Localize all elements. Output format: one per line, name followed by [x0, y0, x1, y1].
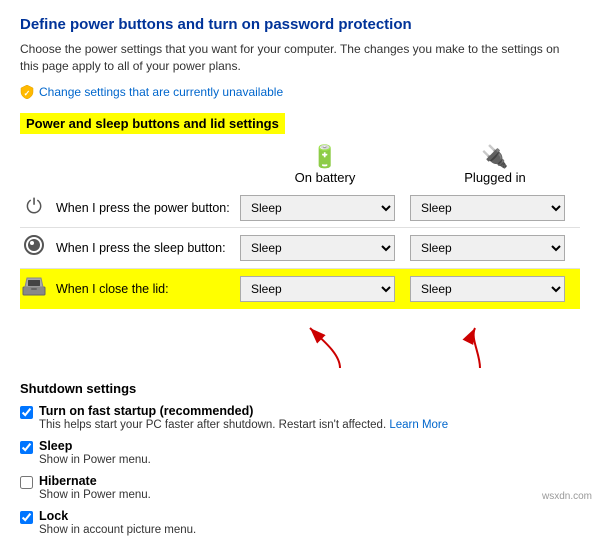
watermark: wsxdn.com	[542, 491, 592, 502]
col-header-plugged: 🔌 Plugged in	[410, 146, 580, 185]
lock-title: Lock	[39, 509, 196, 523]
svg-text:✓: ✓	[24, 89, 31, 98]
hibernate-title: Hibernate	[39, 474, 151, 488]
learn-more-link[interactable]: Learn More	[389, 419, 448, 431]
arrows-annotation	[240, 323, 580, 373]
lid-battery-dropdown-wrap: Do nothing Sleep Hibernate Shut down	[240, 276, 410, 302]
lid-icon	[20, 275, 48, 303]
hibernate-content: Hibernate Show in Power menu.	[39, 474, 151, 501]
sleep-battery-select[interactable]: Do nothing Sleep Hibernate Shut down	[240, 235, 395, 261]
shutdown-section: Shutdown settings Turn on fast startup (…	[20, 381, 580, 536]
lock-content: Lock Show in account picture menu.	[39, 509, 196, 536]
fast-startup-checkbox[interactable]	[20, 406, 33, 419]
column-headers: 🔋 On battery 🔌 Plugged in	[240, 146, 580, 185]
power-button-text: When I press the power button:	[56, 201, 230, 215]
lid-battery-select[interactable]: Do nothing Sleep Hibernate Shut down	[240, 276, 395, 302]
change-settings-label: Change settings that are currently unava…	[39, 85, 283, 99]
page-description: Choose the power settings that you want …	[20, 41, 580, 75]
close-lid-label: When I close the lid:	[20, 275, 240, 303]
hibernate-checkbox[interactable]	[20, 476, 33, 489]
power-button-dropdowns: Do nothing Sleep Hibernate Shut down Do …	[240, 195, 580, 221]
close-lid-text: When I close the lid:	[56, 282, 169, 296]
sleep-title: Sleep	[39, 439, 151, 453]
lid-plugged-dropdown-wrap: Do nothing Sleep Hibernate Shut down	[410, 276, 580, 302]
power-battery-dropdown-wrap: Do nothing Sleep Hibernate Shut down	[240, 195, 410, 221]
battery-icon: 🔋	[311, 146, 338, 168]
fast-startup-title: Turn on fast startup (recommended)	[39, 404, 448, 418]
page-title: Define power buttons and turn on passwor…	[20, 16, 580, 33]
sleep-plugged-select[interactable]: Do nothing Sleep Hibernate Shut down	[410, 235, 565, 261]
shutdown-item-hibernate: Hibernate Show in Power menu.	[20, 474, 580, 501]
sleep-icon	[20, 234, 48, 262]
power-battery-select[interactable]: Do nothing Sleep Hibernate Shut down	[240, 195, 395, 221]
shutdown-item-lock: Lock Show in account picture menu.	[20, 509, 580, 536]
fast-startup-desc: This helps start your PC faster after sh…	[39, 419, 448, 431]
lock-checkbox[interactable]	[20, 511, 33, 524]
close-lid-row: When I close the lid: Do nothing Sleep H…	[20, 269, 580, 309]
power-icon: ⏻	[20, 196, 48, 219]
plugged-icon: 🔌	[481, 146, 508, 168]
shutdown-item-fast-startup: Turn on fast startup (recommended) This …	[20, 404, 580, 431]
close-lid-dropdowns: Do nothing Sleep Hibernate Shut down Do …	[240, 276, 580, 302]
sleep-checkbox[interactable]	[20, 441, 33, 454]
power-button-label: ⏻ When I press the power button:	[20, 196, 240, 219]
settings-rows: ⏻ When I press the power button: Do noth…	[20, 189, 580, 309]
fast-startup-content: Turn on fast startup (recommended) This …	[39, 404, 448, 431]
sleep-desc: Show in Power menu.	[39, 454, 151, 466]
lock-desc: Show in account picture menu.	[39, 524, 196, 536]
sleep-plugged-dropdown-wrap: Do nothing Sleep Hibernate Shut down	[410, 235, 580, 261]
sleep-battery-dropdown-wrap: Do nothing Sleep Hibernate Shut down	[240, 235, 410, 261]
sleep-button-row: When I press the sleep button: Do nothin…	[20, 228, 580, 269]
sleep-button-text: When I press the sleep button:	[56, 241, 226, 255]
lid-plugged-select[interactable]: Do nothing Sleep Hibernate Shut down	[410, 276, 565, 302]
col-plugged-label: Plugged in	[464, 170, 525, 185]
power-plugged-dropdown-wrap: Do nothing Sleep Hibernate Shut down	[410, 195, 580, 221]
power-plugged-select[interactable]: Do nothing Sleep Hibernate Shut down	[410, 195, 565, 221]
sleep-button-label: When I press the sleep button:	[20, 234, 240, 262]
change-settings-link[interactable]: ✓ Change settings that are currently una…	[20, 85, 580, 99]
sleep-button-dropdowns: Do nothing Sleep Hibernate Shut down Do …	[240, 235, 580, 261]
col-battery-label: On battery	[295, 170, 356, 185]
col-header-battery: 🔋 On battery	[240, 146, 410, 185]
section-header: Power and sleep buttons and lid settings	[20, 113, 285, 134]
power-button-row: ⏻ When I press the power button: Do noth…	[20, 189, 580, 228]
hibernate-desc: Show in Power menu.	[39, 489, 151, 501]
shutdown-item-sleep: Sleep Show in Power menu.	[20, 439, 580, 466]
shield-icon: ✓	[20, 85, 34, 99]
shutdown-title: Shutdown settings	[20, 381, 580, 396]
sleep-content: Sleep Show in Power menu.	[39, 439, 151, 466]
